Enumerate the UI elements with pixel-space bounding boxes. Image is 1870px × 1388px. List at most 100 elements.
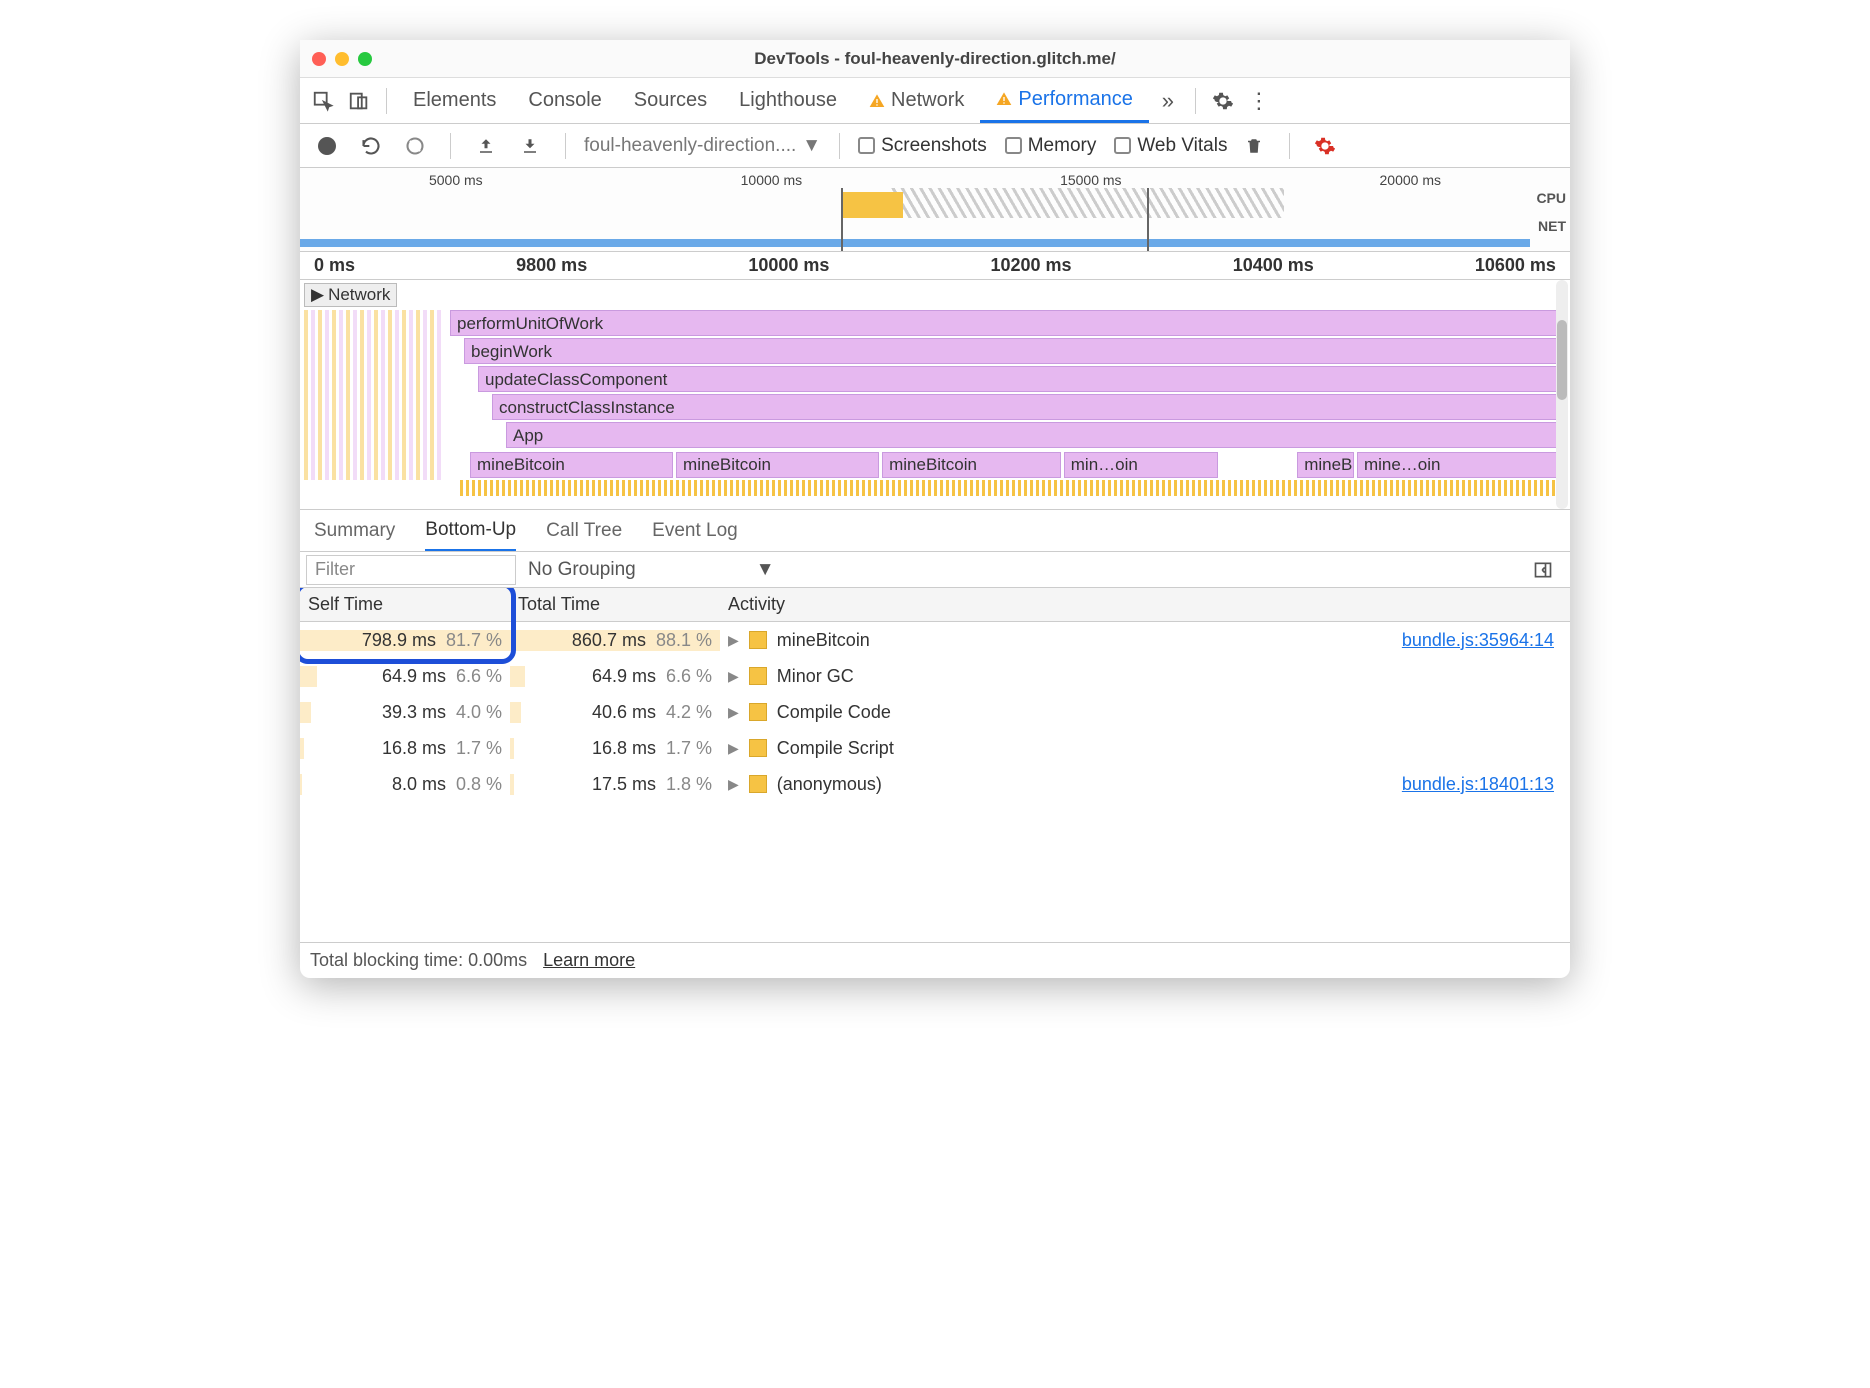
- minimize-window-button[interactable]: [335, 52, 349, 66]
- expand-caret-icon[interactable]: ▶: [728, 740, 739, 757]
- checkbox-label: Screenshots: [881, 135, 987, 157]
- settings-gear-icon[interactable]: [1206, 84, 1240, 118]
- checkbox-memory[interactable]: Memory: [1005, 135, 1097, 157]
- overview-selection[interactable]: [841, 188, 1149, 251]
- ruler-tick: 10400 ms: [1233, 255, 1314, 276]
- cell-activity: ▶mineBitcoinbundle.js:35964:14: [720, 630, 1570, 651]
- upload-icon[interactable]: [469, 129, 503, 163]
- overview-track-labels: CPU NET: [1536, 190, 1566, 234]
- timeline-overview[interactable]: 5000 ms10000 ms15000 ms20000 ms CPU NET: [300, 168, 1570, 252]
- profile-selector[interactable]: foul-heavenly-direction.... ▼: [584, 135, 821, 157]
- table-row[interactable]: 39.3 ms4.0 %40.6 ms4.2 %▶Compile Code: [300, 694, 1570, 730]
- flame-chart[interactable]: ▶ Network performUnitOfWorkbeginWorkupda…: [300, 280, 1570, 510]
- activity-name: Minor GC: [777, 666, 854, 687]
- details-subtabs: Summary Bottom-Up Call Tree Event Log: [300, 510, 1570, 552]
- source-link[interactable]: bundle.js:35964:14: [1402, 630, 1554, 651]
- checkbox-screenshots[interactable]: Screenshots: [858, 135, 987, 157]
- blocking-time-label: Total blocking time: 0.00ms: [310, 950, 527, 971]
- flame-frame[interactable]: App: [506, 422, 1560, 448]
- tab-console[interactable]: Console: [512, 78, 617, 123]
- filter-row: Filter No Grouping ▼: [300, 552, 1570, 588]
- window-controls: [312, 52, 372, 66]
- reload-button[interactable]: [354, 129, 388, 163]
- learn-more-link[interactable]: Learn more: [543, 950, 635, 971]
- delete-icon[interactable]: [1237, 129, 1271, 163]
- table-row[interactable]: 8.0 ms0.8 %17.5 ms1.8 %▶(anonymous)bundl…: [300, 766, 1570, 802]
- activity-name: Compile Code: [777, 702, 891, 723]
- flame-frame[interactable]: mineBitcoin: [470, 452, 673, 478]
- overview-tick: 15000 ms: [1060, 172, 1121, 188]
- toggle-sidebar-icon[interactable]: [1526, 553, 1560, 587]
- expand-caret-icon[interactable]: ▶: [728, 704, 739, 721]
- ruler-tick: 0 ms: [314, 255, 355, 276]
- net-label: NET: [1536, 218, 1566, 234]
- col-self-time[interactable]: Self Time: [300, 594, 510, 615]
- download-icon[interactable]: [513, 129, 547, 163]
- tab-elements[interactable]: Elements: [397, 78, 512, 123]
- separator: [839, 133, 840, 159]
- titlebar: DevTools - foul-heavenly-direction.glitc…: [300, 40, 1570, 78]
- flame-frame[interactable]: beginWork: [464, 338, 1560, 364]
- network-track-header[interactable]: ▶ Network: [304, 283, 397, 307]
- tab-lighthouse[interactable]: Lighthouse: [723, 78, 853, 123]
- tab-network[interactable]: Network: [853, 78, 980, 123]
- device-toolbar-icon[interactable]: [342, 84, 376, 118]
- cell-self-time: 16.8 ms1.7 %: [300, 738, 510, 759]
- expand-caret-icon[interactable]: ▶: [728, 668, 739, 685]
- cell-activity: ▶(anonymous)bundle.js:18401:13: [720, 774, 1570, 795]
- table-header: Self Time Total Time Activity: [300, 588, 1570, 622]
- table-row[interactable]: 64.9 ms6.6 %64.9 ms6.6 %▶Minor GC: [300, 658, 1570, 694]
- flame-frame[interactable]: constructClassInstance: [492, 394, 1560, 420]
- record-button[interactable]: [310, 129, 344, 163]
- maximize-window-button[interactable]: [358, 52, 372, 66]
- more-tabs-icon[interactable]: »: [1151, 84, 1185, 118]
- tab-performance[interactable]: Performance: [980, 78, 1149, 123]
- clear-button[interactable]: [398, 129, 432, 163]
- flame-scrollbar[interactable]: [1556, 280, 1568, 509]
- capture-settings-gear-icon[interactable]: [1308, 129, 1342, 163]
- ruler-tick: 10600 ms: [1475, 255, 1556, 276]
- subtab-summary[interactable]: Summary: [314, 510, 395, 551]
- subtab-bottom-up[interactable]: Bottom-Up: [425, 510, 516, 551]
- subtab-call-tree[interactable]: Call Tree: [546, 510, 622, 551]
- tab-sources[interactable]: Sources: [618, 78, 723, 123]
- scrollbar-thumb[interactable]: [1557, 320, 1567, 400]
- ruler-tick: 9800 ms: [516, 255, 587, 276]
- col-total-time[interactable]: Total Time: [510, 594, 720, 615]
- cell-activity: ▶ Minor GC: [720, 666, 1570, 687]
- expand-caret-icon[interactable]: ▶: [728, 776, 739, 793]
- grouping-selector[interactable]: No Grouping ▼: [528, 559, 775, 581]
- window-title: DevTools - foul-heavenly-direction.glitc…: [300, 49, 1570, 69]
- flame-frame[interactable]: mine…oin: [1357, 452, 1560, 478]
- close-window-button[interactable]: [312, 52, 326, 66]
- profile-name: foul-heavenly-direction....: [584, 135, 796, 157]
- table-row[interactable]: 16.8 ms1.7 %16.8 ms1.7 %▶Compile Script: [300, 730, 1570, 766]
- checkbox-web-vitals[interactable]: Web Vitals: [1114, 135, 1227, 157]
- checkbox-label: Web Vitals: [1137, 135, 1227, 157]
- flame-frame[interactable]: mineBitcoin: [676, 452, 879, 478]
- subtab-event-log[interactable]: Event Log: [652, 510, 738, 551]
- table-row[interactable]: 798.9 ms81.7 %860.7 ms88.1 %▶mineBitcoin…: [300, 622, 1570, 658]
- flame-frame[interactable]: updateClassComponent: [478, 366, 1560, 392]
- flame-frame[interactable]: min…oin: [1064, 452, 1218, 478]
- cell-total-time: 16.8 ms1.7 %: [510, 738, 720, 759]
- col-activity[interactable]: Activity: [720, 594, 1570, 615]
- flame-frame[interactable]: mineBitcoin: [882, 452, 1061, 478]
- expand-caret-icon[interactable]: ▶: [728, 632, 739, 649]
- source-link[interactable]: bundle.js:18401:13: [1402, 774, 1554, 795]
- expand-caret-icon: ▶: [311, 285, 324, 305]
- cpu-label: CPU: [1536, 190, 1566, 206]
- filter-input[interactable]: Filter: [306, 555, 516, 585]
- inspect-icon[interactable]: [306, 84, 340, 118]
- flame-frame[interactable]: performUnitOfWork: [450, 310, 1560, 336]
- call-stack: performUnitOfWorkbeginWorkupdateClassCom…: [450, 310, 1560, 450]
- overview-ruler: 5000 ms10000 ms15000 ms20000 ms: [300, 168, 1570, 188]
- cell-total-time: 64.9 ms6.6 %: [510, 666, 720, 687]
- status-bar: Total blocking time: 0.00ms Learn more: [300, 942, 1570, 978]
- network-track-label: Network: [328, 285, 390, 305]
- overview-tick: 20000 ms: [1380, 172, 1441, 188]
- kebab-menu-icon[interactable]: ⋮: [1242, 84, 1276, 118]
- tab-label: Console: [528, 89, 601, 112]
- flame-frame[interactable]: mineBitcoin: [1297, 452, 1354, 478]
- bottom-up-table: Self Time Total Time Activity 798.9 ms81…: [300, 588, 1570, 942]
